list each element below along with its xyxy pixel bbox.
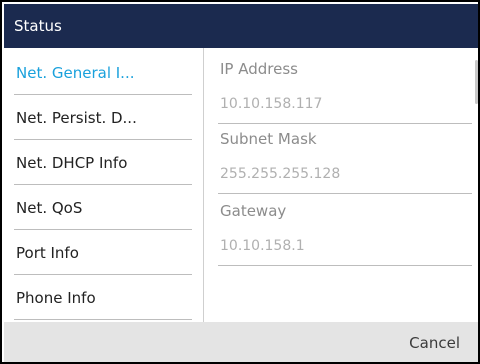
detail-panel: IP Address 10.10.158.117 Subnet Mask 255… bbox=[204, 48, 478, 322]
sidebar-item-net-general-info[interactable]: Net. General I... bbox=[14, 52, 192, 95]
sidebar-item-label: Phone Info bbox=[16, 289, 96, 307]
title-bar: Status bbox=[4, 4, 478, 48]
gateway-field: Gateway 10.10.158.1 bbox=[218, 198, 472, 266]
sidebar: Net. General I... Net. Persist. D... Net… bbox=[4, 48, 202, 322]
sidebar-item-net-qos[interactable]: Net. QoS bbox=[14, 187, 192, 230]
status-screen: Status Net. General I... Net. Persist. D… bbox=[0, 0, 480, 364]
ip-address-field: IP Address 10.10.158.117 bbox=[218, 56, 472, 124]
cancel-button[interactable]: Cancel bbox=[409, 322, 460, 362]
page-title: Status bbox=[14, 17, 62, 35]
softkey-bar: Cancel bbox=[4, 322, 478, 362]
subnet-mask-value: 255.255.255.128 bbox=[220, 166, 341, 182]
gateway-label: Gateway bbox=[220, 202, 287, 220]
sidebar-item-net-dhcp-info[interactable]: Net. DHCP Info bbox=[14, 142, 192, 185]
sidebar-item-label: Net. QoS bbox=[16, 199, 83, 217]
subnet-mask-field: Subnet Mask 255.255.255.128 bbox=[218, 126, 472, 194]
subnet-mask-label: Subnet Mask bbox=[220, 130, 317, 148]
gateway-value: 10.10.158.1 bbox=[220, 238, 305, 254]
sidebar-item-phone-info[interactable]: Phone Info bbox=[14, 277, 192, 320]
ip-address-label: IP Address bbox=[220, 60, 298, 78]
ip-address-value: 10.10.158.117 bbox=[220, 96, 323, 112]
sidebar-item-label: Net. DHCP Info bbox=[16, 154, 128, 172]
sidebar-item-net-persist-data[interactable]: Net. Persist. D... bbox=[14, 97, 192, 140]
sidebar-item-label: Port Info bbox=[16, 244, 79, 262]
sidebar-item-label: Net. General I... bbox=[16, 64, 135, 82]
detail-scrollbar[interactable] bbox=[475, 60, 478, 104]
sidebar-item-port-info[interactable]: Port Info bbox=[14, 232, 192, 275]
sidebar-item-label: Net. Persist. D... bbox=[16, 109, 137, 127]
